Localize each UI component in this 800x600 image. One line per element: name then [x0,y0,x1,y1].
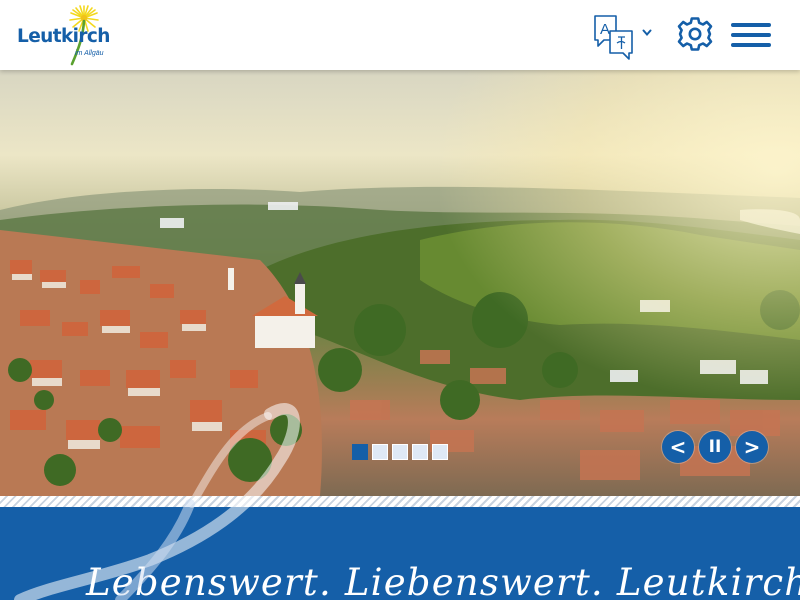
hamburger-menu-icon-line-top [731,23,771,27]
logo-name: Leutkirch [17,26,110,47]
translate-icon: A [594,15,633,60]
slogan-text: Lebenswert. Liebenswert. Leutkirch. [86,561,800,600]
hamburger-menu-icon-line-bottom [731,43,771,47]
previous-slide-label: < [669,435,687,459]
hamburger-menu-button[interactable] [728,20,774,52]
previous-slide-button[interactable]: < [662,431,694,463]
slide-indicator-2[interactable] [372,444,388,460]
settings-button[interactable] [676,15,714,53]
chevron-down-icon [642,29,652,37]
language-selector-button[interactable]: A [592,13,654,63]
svg-text:A: A [600,21,610,38]
decorative-stripe-divider [0,496,800,507]
next-slide-button[interactable]: > [736,431,768,463]
slogan-banner: Lebenswert. Liebenswert. Leutkirch. [0,507,800,600]
slide-indicator-3[interactable] [392,444,408,460]
hero-slider: < II > [0,70,800,496]
site-header: Leutkirch im Allgäu A [0,0,800,70]
slide-indicator-1[interactable] [352,444,368,460]
pause-slider-label: II [708,437,722,457]
logo-subtitle: im Allgäu [75,50,104,57]
pause-slider-button[interactable]: II [699,431,731,463]
gear-icon [677,17,713,51]
slide-indicator-4[interactable] [412,444,428,460]
sunlight-haze [440,70,800,400]
next-slide-label: > [743,435,761,459]
slide-indicator-5[interactable] [432,444,448,460]
leutkirch-logo[interactable]: Leutkirch im Allgäu [14,4,114,66]
hamburger-menu-icon-line-middle [731,33,771,37]
